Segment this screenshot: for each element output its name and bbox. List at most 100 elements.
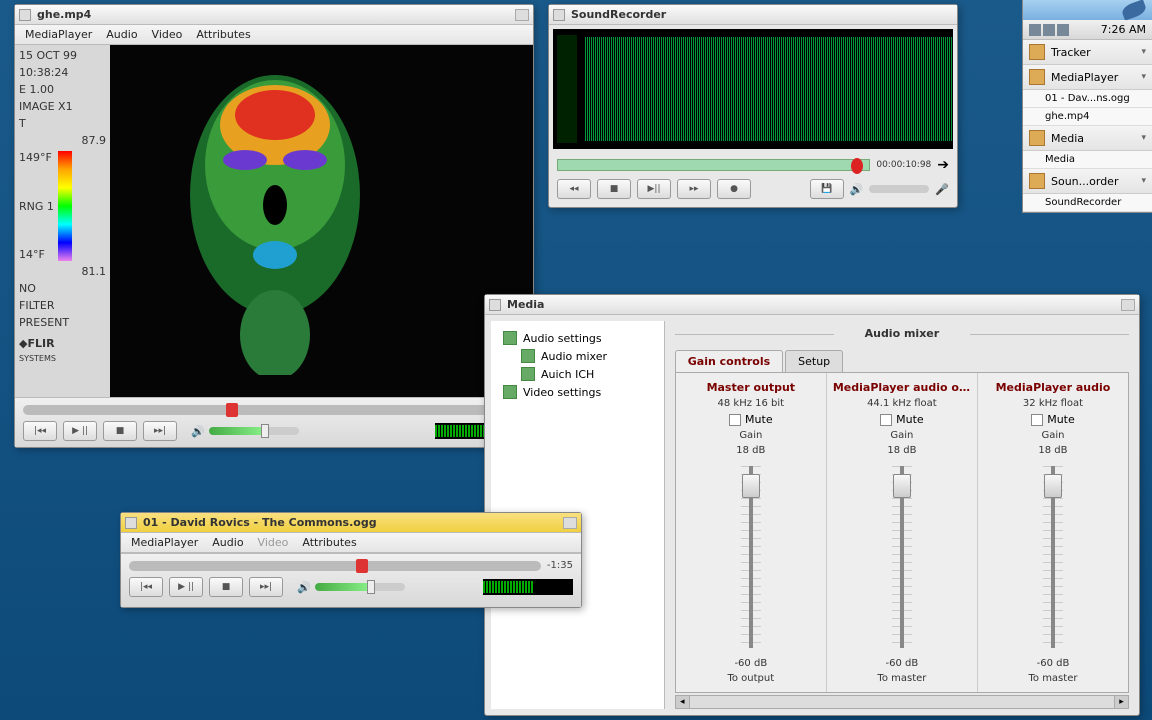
time-remaining: -1:35 — [547, 560, 573, 571]
deskbar-app-tracker[interactable]: Tracker▾ — [1023, 40, 1152, 65]
gain-min: -60 dB — [734, 658, 767, 669]
window-title: 01 - David Rovics - The Commons.ogg — [143, 516, 377, 529]
next-button[interactable]: ▸▸| — [143, 421, 177, 441]
thermal-scale — [58, 151, 72, 261]
volume-slider[interactable] — [315, 583, 405, 591]
channel-info: 32 kHz float — [1023, 398, 1083, 409]
titlebar[interactable]: Media — [485, 295, 1139, 315]
tree-node-video-settings[interactable]: Video settings — [499, 383, 656, 401]
deskbar-app-mediaplayer[interactable]: MediaPlayer▾ — [1023, 65, 1152, 90]
thermal-face-image — [160, 65, 390, 375]
deskbar-window-item[interactable]: ghe.mp4 — [1023, 108, 1152, 126]
mute-checkbox[interactable] — [880, 414, 892, 426]
timecode: 00:00:10:98 — [876, 160, 931, 170]
deskbar-leaf-menu[interactable] — [1023, 0, 1152, 20]
channel-name: Master output — [682, 381, 820, 394]
stop-button[interactable]: ■ — [103, 421, 137, 441]
tray-icon[interactable] — [1029, 24, 1041, 36]
next-button[interactable]: ▸▸| — [249, 577, 283, 597]
play-pause-button[interactable]: ▶ || — [169, 577, 203, 597]
app-label: Soun...order — [1051, 175, 1118, 188]
deskbar-window-item[interactable]: SoundRecorder — [1023, 194, 1152, 212]
mic-input-icon[interactable]: 🎤 — [935, 183, 949, 196]
deskbar-window-item[interactable]: Media — [1023, 151, 1152, 169]
scroll-right-icon[interactable]: ▸ — [1114, 696, 1128, 708]
menu-audio[interactable]: Audio — [106, 28, 137, 41]
zoom-button[interactable] — [563, 517, 577, 529]
play-pause-button[interactable]: ▶ || — [63, 421, 97, 441]
window-title: SoundRecorder — [571, 8, 666, 21]
horizontal-scrollbar[interactable]: ◂ ▸ — [675, 695, 1129, 709]
gain-slider[interactable] — [892, 466, 912, 648]
zoom-button[interactable] — [515, 9, 529, 21]
volume-slider[interactable] — [209, 427, 299, 435]
overlay-brand: ◆FLIR — [19, 337, 106, 350]
close-button[interactable] — [553, 9, 565, 21]
play-pause-button[interactable]: ▶|| — [637, 179, 671, 199]
channel-strip-container: Master output 48 kHz 16 bit Mute Gain 18… — [675, 373, 1129, 693]
gain-slider[interactable] — [1043, 466, 1063, 648]
seek-bar[interactable]: -1: — [23, 404, 525, 415]
record-button[interactable]: ● — [717, 179, 751, 199]
mute-checkbox[interactable] — [1031, 414, 1043, 426]
gain-slider[interactable] — [741, 466, 761, 648]
forward-button[interactable]: ▸▸ — [677, 179, 711, 199]
close-button[interactable] — [489, 299, 501, 311]
video-icon — [503, 385, 517, 399]
titlebar[interactable]: SoundRecorder — [549, 5, 957, 25]
overlay-filter: FILTER — [19, 299, 106, 312]
titlebar[interactable]: ghe.mp4 — [15, 5, 533, 25]
audio-icon — [503, 331, 517, 345]
menu-audio[interactable]: Audio — [212, 536, 243, 549]
tree-node-audio-settings[interactable]: Audio settings — [499, 329, 656, 347]
waveform-display — [553, 29, 953, 149]
deskbar-app-soundrecorder[interactable]: Soun...order▾ — [1023, 169, 1152, 194]
seek-bar[interactable]: -1:35 — [129, 560, 573, 571]
player-controls: -1: |◂◂ ▶ || ■ ▸▸| 🔊 — [15, 397, 533, 447]
tab-setup[interactable]: Setup — [785, 350, 843, 372]
deskbar-window-item[interactable]: 01 - Dav...ns.ogg — [1023, 90, 1152, 108]
overlay-t: T — [19, 117, 106, 130]
mute-checkbox[interactable] — [729, 414, 741, 426]
save-button[interactable]: 💾 — [810, 179, 844, 199]
titlebar[interactable]: 01 - David Rovics - The Commons.ogg — [121, 513, 581, 533]
tree-node-audio-mixer[interactable]: Audio mixer — [499, 347, 656, 365]
clock[interactable]: 7:26 AM — [1101, 23, 1146, 36]
menu-mediaplayer[interactable]: MediaPlayer — [25, 28, 92, 41]
prev-button[interactable]: |◂◂ — [23, 421, 57, 441]
leaf-icon — [1120, 0, 1147, 21]
speaker-icon[interactable]: 🔊 — [191, 425, 205, 438]
app-icon — [1029, 44, 1045, 60]
menu-video[interactable]: Video — [152, 28, 183, 41]
overlay-image: IMAGE X1 — [19, 100, 106, 113]
menubar: MediaPlayer Audio Video Attributes — [15, 25, 533, 45]
speaker-icon[interactable]: 🔊 — [297, 581, 311, 594]
close-button[interactable] — [125, 517, 137, 529]
window-title: ghe.mp4 — [37, 8, 91, 21]
close-button[interactable] — [19, 9, 31, 21]
menu-mediaplayer[interactable]: MediaPlayer — [131, 536, 198, 549]
device-icon — [521, 367, 535, 381]
deskbar-app-media[interactable]: Media▾ — [1023, 126, 1152, 151]
tab-gain-controls[interactable]: Gain controls — [675, 350, 783, 372]
tray-icon[interactable] — [1043, 24, 1055, 36]
tree-node-auich[interactable]: Auich ICH — [499, 365, 656, 383]
volume-slider[interactable] — [869, 185, 929, 193]
panel-title: Audio mixer — [675, 327, 1129, 340]
stop-button[interactable]: ■ — [209, 577, 243, 597]
loop-arrow-icon[interactable]: ➔ — [937, 157, 949, 173]
deskbar-tray: 7:26 AM — [1023, 20, 1152, 40]
rewind-button[interactable]: ◂◂ — [557, 179, 591, 199]
deskbar: 7:26 AM Tracker▾ MediaPlayer▾ 01 - Dav..… — [1022, 0, 1152, 213]
stop-button[interactable]: ■ — [597, 179, 631, 199]
menu-attributes[interactable]: Attributes — [302, 536, 356, 549]
zoom-button[interactable] — [1121, 299, 1135, 311]
window-title: Media — [507, 298, 544, 311]
position-slider[interactable] — [557, 159, 870, 171]
scroll-left-icon[interactable]: ◂ — [676, 696, 690, 708]
gain-value: 18 dB — [887, 445, 916, 456]
menu-attributes[interactable]: Attributes — [196, 28, 250, 41]
prev-button[interactable]: |◂◂ — [129, 577, 163, 597]
soundrecorder-window: SoundRecorder 00:00:10:98 ➔ ◂◂ ■ ▶|| ▸▸ … — [548, 4, 958, 208]
tray-icon[interactable] — [1057, 24, 1069, 36]
